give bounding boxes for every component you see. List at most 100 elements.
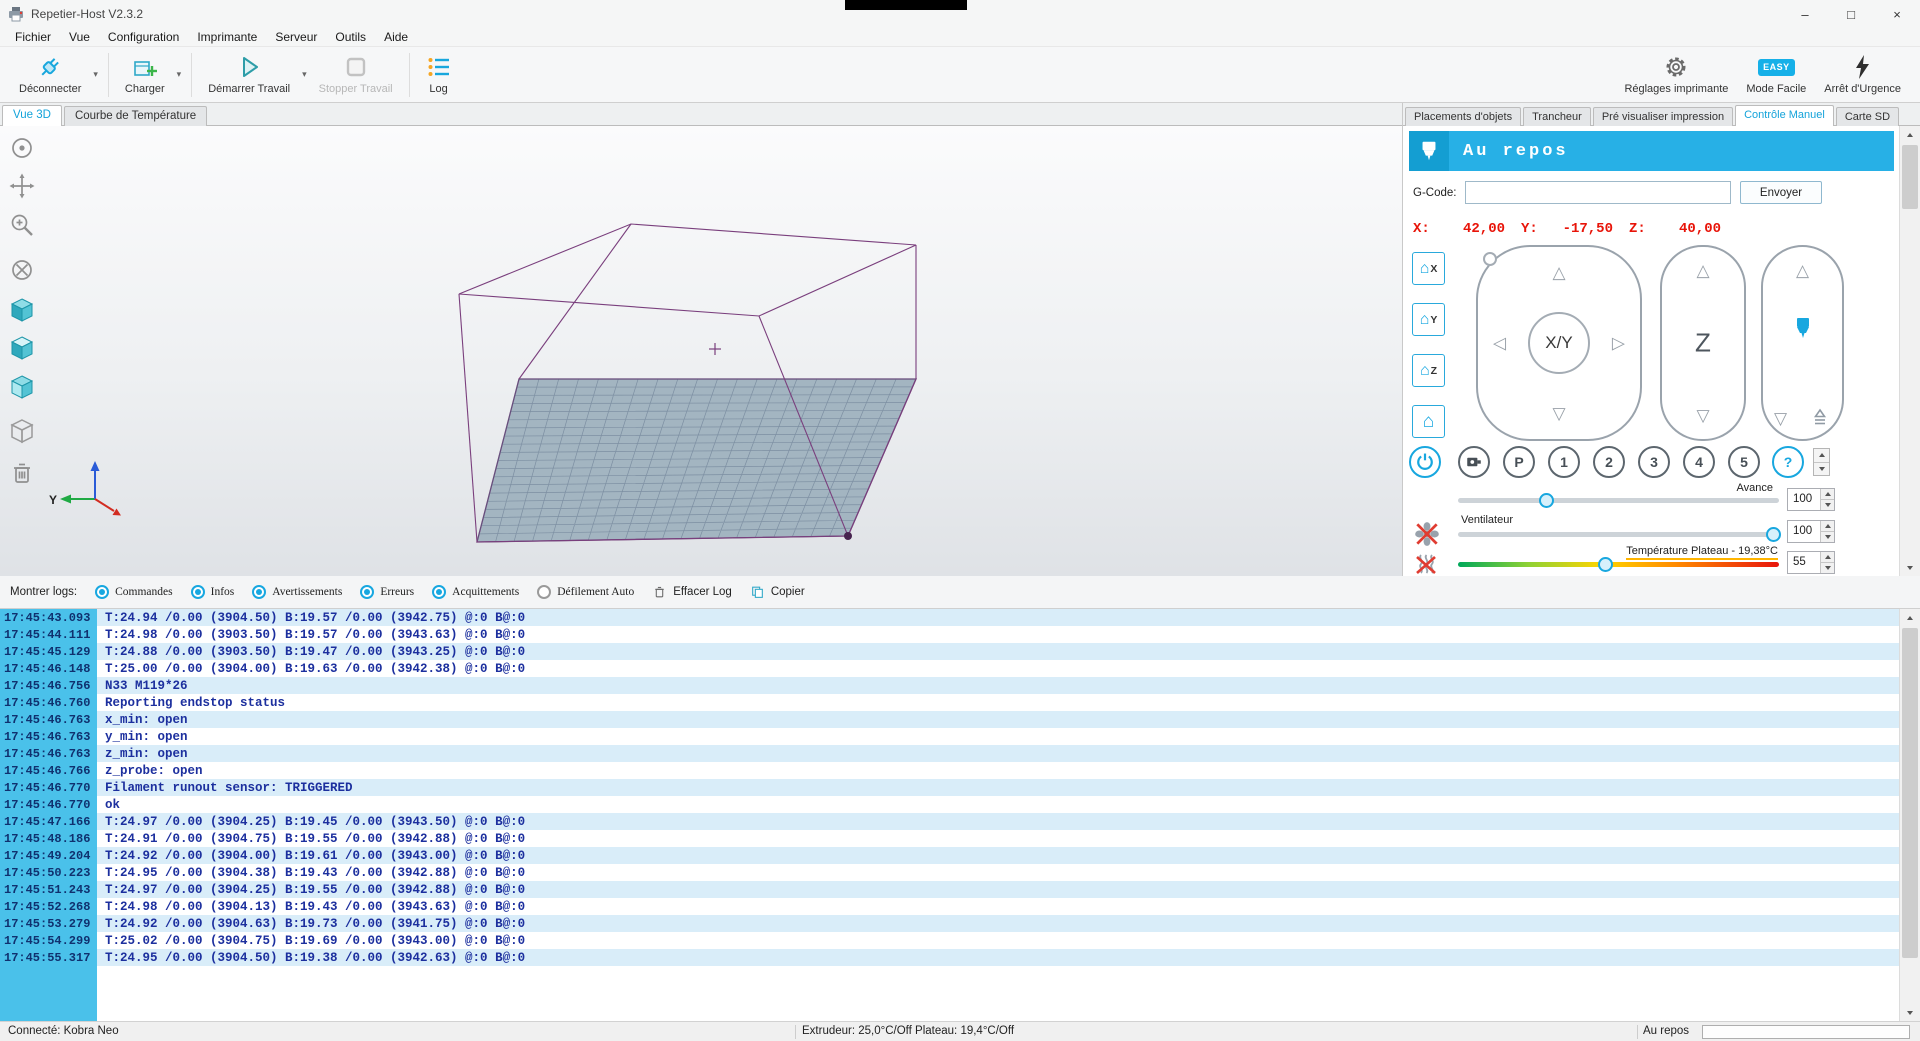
log-row[interactable]: 17:45:43.093 T:24.94 /0.00 (3904.50) B:1… xyxy=(0,609,1899,626)
log-row[interactable]: 17:45:46.760 Reporting endstop status xyxy=(0,694,1899,711)
scrollbar-thumb[interactable] xyxy=(1902,145,1918,209)
preset-button[interactable]: 2 xyxy=(1593,446,1625,478)
fan-spinner[interactable] xyxy=(1820,521,1834,542)
scroll-up-arrow[interactable] xyxy=(1900,126,1920,143)
feedrate-value-box[interactable]: 100 xyxy=(1787,488,1835,511)
show-edges-icon[interactable] xyxy=(8,417,36,445)
view-side-icon[interactable] xyxy=(8,373,36,401)
load-button[interactable]: Charger xyxy=(116,49,174,101)
preset-button[interactable]: 3 xyxy=(1638,446,1670,478)
extrude-down-button[interactable]: ▽ xyxy=(1774,410,1787,427)
viewport-3d[interactable]: Y xyxy=(0,126,1402,576)
scrollbar-thumb[interactable] xyxy=(1902,628,1918,958)
log-row[interactable]: 17:45:46.148 T:25.00 /0.00 (3904.00) B:1… xyxy=(0,660,1899,677)
motors-off-button[interactable] xyxy=(1458,446,1490,478)
log-row[interactable]: 17:45:46.766 z_probe: open xyxy=(0,762,1899,779)
log-row[interactable]: 17:45:44.111 T:24.98 /0.00 (3903.50) B:1… xyxy=(0,626,1899,643)
log-row[interactable]: 17:45:46.756 N33 M119*26 xyxy=(0,677,1899,694)
log-row[interactable]: 17:45:52.268 T:24.98 /0.00 (3904.13) B:1… xyxy=(0,898,1899,915)
home-y-button[interactable]: ⌂ Y xyxy=(1412,303,1445,336)
log-row[interactable]: 17:45:54.299 T:25.02 /0.00 (3904.75) B:1… xyxy=(0,932,1899,949)
power-button[interactable] xyxy=(1409,446,1441,478)
disconnect-dropdown-caret[interactable]: ▾ xyxy=(90,69,101,80)
log-row[interactable]: 17:45:49.204 T:24.92 /0.00 (3904.00) B:1… xyxy=(0,847,1899,864)
clear-log-button[interactable]: Effacer Log xyxy=(652,584,732,600)
panel-tab[interactable]: Trancheur xyxy=(1523,107,1591,126)
emergency-stop-button[interactable]: Arrêt d'Urgence xyxy=(1815,49,1910,101)
menu-item[interactable]: Serveur xyxy=(266,28,326,46)
panel-tab[interactable]: Carte SD xyxy=(1835,107,1900,126)
copy-log-button[interactable]: Copier xyxy=(750,584,805,600)
bed-heat-off-icon[interactable] xyxy=(1413,552,1439,576)
gcode-input[interactable] xyxy=(1465,181,1731,204)
log-row[interactable]: 17:45:50.223 T:24.95 /0.00 (3904.38) B:1… xyxy=(0,864,1899,881)
panel-scrollbar[interactable] xyxy=(1899,126,1920,576)
start-job-button[interactable]: Démarrer Travail xyxy=(199,49,299,101)
panel-tab[interactable]: Placements d'objets xyxy=(1405,107,1522,126)
log-filter-toggle[interactable]: Commandes xyxy=(95,585,173,599)
jog-y-plus-button[interactable]: △ xyxy=(1552,264,1565,281)
menu-item[interactable]: Imprimante xyxy=(188,28,266,46)
preset-button[interactable]: 5 xyxy=(1728,446,1760,478)
preset-button[interactable]: P xyxy=(1503,446,1535,478)
log-row[interactable]: 17:45:51.243 T:24.97 /0.00 (3904.25) B:1… xyxy=(0,881,1899,898)
bed-temp-slider-thumb[interactable] xyxy=(1598,557,1613,572)
view-top-icon[interactable] xyxy=(8,334,36,362)
view-iso-icon[interactable] xyxy=(8,296,36,324)
bed-temp-spinner[interactable] xyxy=(1820,552,1834,573)
fan-value-box[interactable]: 100 xyxy=(1787,520,1835,543)
extrude-up-button[interactable]: △ xyxy=(1796,262,1809,279)
view-tab[interactable]: Vue 3D xyxy=(2,105,62,126)
log-filter-toggle[interactable]: Infos xyxy=(190,585,234,599)
scroll-down-arrow[interactable] xyxy=(1900,1004,1920,1021)
trash-icon[interactable] xyxy=(8,459,36,487)
log-row[interactable]: 17:45:46.770 Filament runout sensor: TRI… xyxy=(0,779,1899,796)
log-scrollbar[interactable] xyxy=(1899,609,1920,1021)
jog-x-minus-button[interactable]: ◁ xyxy=(1493,335,1506,352)
toggle-log-button[interactable]: Log xyxy=(417,49,461,101)
log-row[interactable]: 17:45:46.763 x_min: open xyxy=(0,711,1899,728)
log-filter-toggle[interactable]: Avertissements xyxy=(252,585,342,599)
minimize-button[interactable]: – xyxy=(1782,0,1828,28)
bed-temp-value-box[interactable]: 55 xyxy=(1787,551,1835,574)
log-row[interactable]: 17:45:46.763 z_min: open xyxy=(0,745,1899,762)
bed-temp-slider[interactable] xyxy=(1458,557,1779,572)
start-job-dropdown-caret[interactable]: ▾ xyxy=(299,69,310,80)
pan-view-icon[interactable] xyxy=(8,172,36,200)
log-filter-toggle[interactable]: Erreurs xyxy=(360,585,414,599)
home-x-button[interactable]: ⌂ X xyxy=(1412,252,1445,285)
feedrate-slider[interactable] xyxy=(1458,493,1779,508)
easy-mode-button[interactable]: EASY Mode Facile xyxy=(1737,49,1815,101)
fit-view-icon[interactable] xyxy=(8,256,36,284)
load-dropdown-caret[interactable]: ▾ xyxy=(174,69,185,80)
scroll-up-arrow[interactable] xyxy=(1900,609,1920,626)
zoom-icon[interactable] xyxy=(8,211,36,239)
jog-x-plus-button[interactable]: ▷ xyxy=(1612,335,1625,352)
retract-button[interactable] xyxy=(1809,407,1831,429)
panel-tab[interactable]: Pré visualiser impression xyxy=(1592,107,1734,126)
log-row[interactable]: 17:45:46.763 y_min: open xyxy=(0,728,1899,745)
log-row[interactable]: 17:45:45.129 T:24.88 /0.00 (3903.50) B:1… xyxy=(0,643,1899,660)
help-button[interactable]: ? xyxy=(1772,446,1804,478)
menu-item[interactable]: Outils xyxy=(326,28,375,46)
maximize-button[interactable]: □ xyxy=(1828,0,1874,28)
printer-settings-button[interactable]: Réglages imprimante xyxy=(1615,49,1737,101)
send-gcode-button[interactable]: Envoyer xyxy=(1740,181,1822,204)
menu-item[interactable]: Fichier xyxy=(6,28,60,46)
preset-button[interactable]: 1 xyxy=(1548,446,1580,478)
menu-item[interactable]: Vue xyxy=(60,28,99,46)
extruder-select-spinner[interactable] xyxy=(1813,448,1830,476)
home-all-button[interactable]: ⌂ xyxy=(1412,405,1445,438)
view-tab[interactable]: Courbe de Température xyxy=(63,106,208,126)
home-z-button[interactable]: ⌂ Z xyxy=(1412,354,1445,387)
log-row[interactable]: 17:45:48.186 T:24.91 /0.00 (3904.75) B:1… xyxy=(0,830,1899,847)
log-filter-toggle[interactable]: Acquittements xyxy=(432,585,519,599)
log-row[interactable]: 17:45:47.166 T:24.97 /0.00 (3904.25) B:1… xyxy=(0,813,1899,830)
menu-item[interactable]: Aide xyxy=(375,28,417,46)
preset-button[interactable]: 4 xyxy=(1683,446,1715,478)
rotate-view-icon[interactable] xyxy=(8,134,36,162)
log-filter-toggle[interactable]: Défilement Auto xyxy=(537,585,634,599)
stop-job-button[interactable]: Stopper Travail xyxy=(310,49,402,101)
scroll-down-arrow[interactable] xyxy=(1900,559,1920,576)
jog-y-minus-button[interactable]: ▽ xyxy=(1552,405,1565,422)
